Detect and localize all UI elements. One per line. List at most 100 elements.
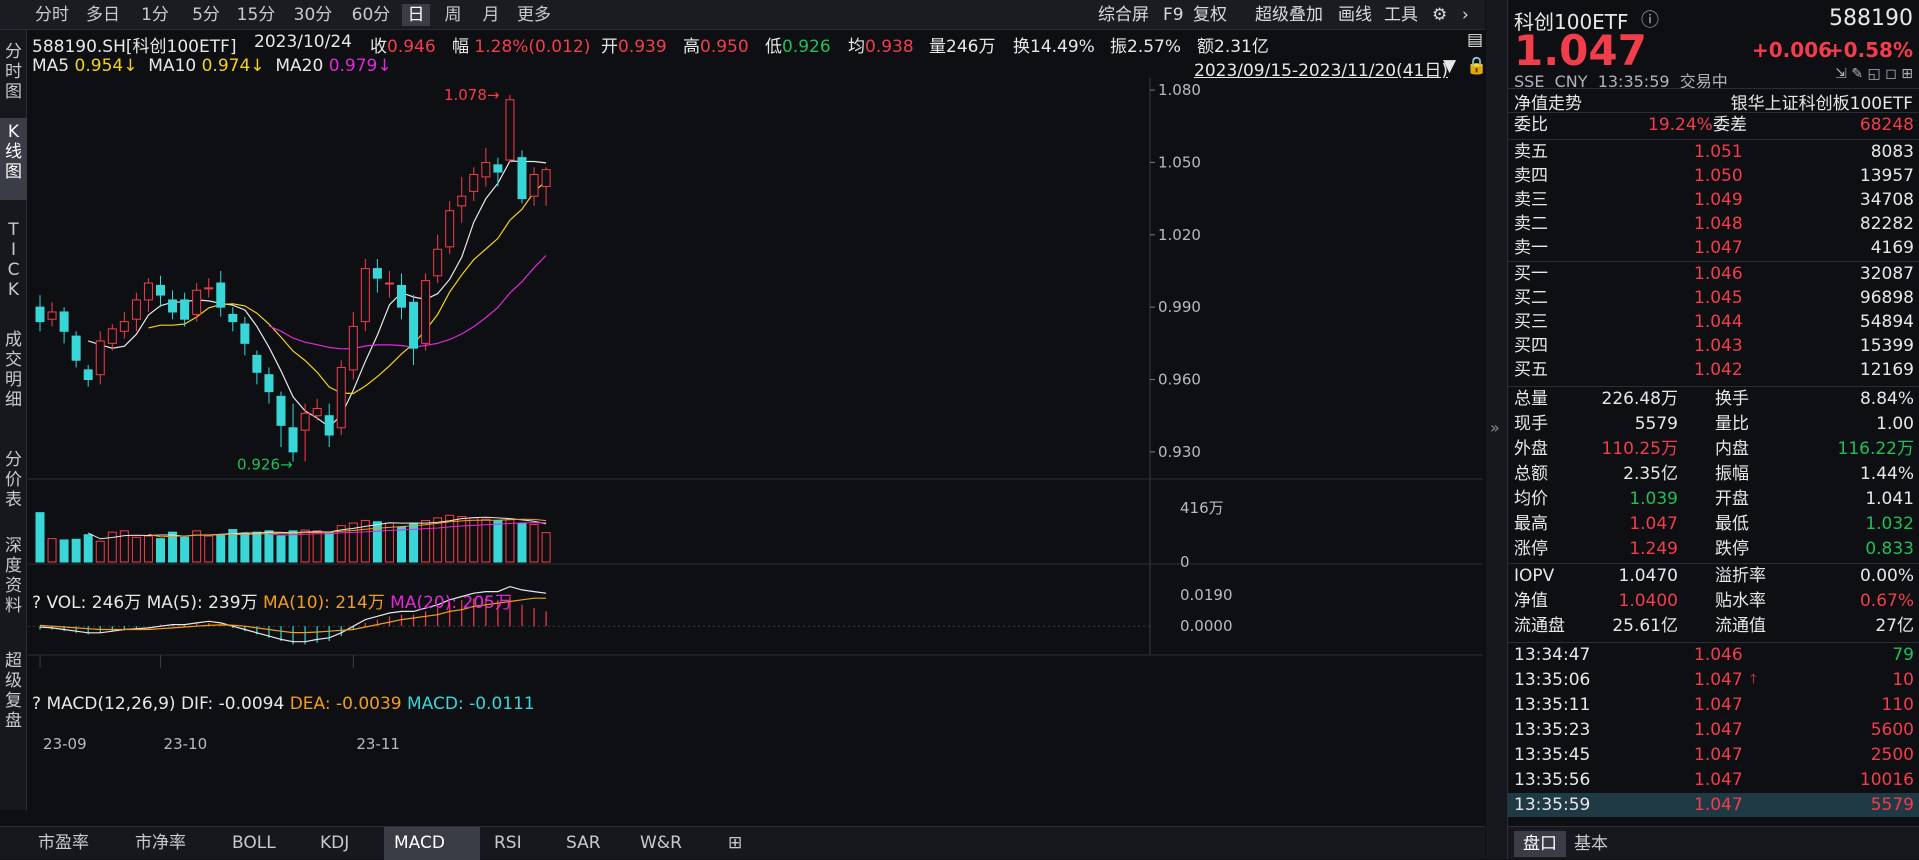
period-tab-0[interactable]: 分时 bbox=[30, 4, 74, 26]
quote-panel: 科创100ETF ⓘ 588190 1.047 +0.006 +0.58% SS… bbox=[1507, 0, 1919, 859]
super-overlay-button[interactable]: 超级叠加 bbox=[1255, 4, 1323, 26]
tick-time: 13:35:23 bbox=[1514, 720, 1591, 740]
ask-row-4-label: 卖四 bbox=[1514, 166, 1548, 186]
candle-body bbox=[276, 395, 286, 426]
tick-time: 13:35:11 bbox=[1514, 695, 1591, 715]
period-tab-4[interactable]: 15分 bbox=[232, 4, 280, 26]
tick-row[interactable]: 13:35:11 1.047 110 bbox=[1508, 693, 1919, 717]
period-tab-10[interactable]: 更多 bbox=[512, 4, 556, 26]
period-tab-9[interactable]: 月 bbox=[476, 4, 506, 26]
period-tab-6[interactable]: 60分 bbox=[346, 4, 396, 26]
bid-row-5[interactable]: 买五 1.042 12169 bbox=[1508, 358, 1919, 382]
volume-bar bbox=[252, 531, 262, 563]
range-dropdown-icon[interactable]: ▼ bbox=[1443, 56, 1456, 76]
layout-icon[interactable]: ▤ bbox=[1467, 30, 1483, 50]
ma20-line bbox=[268, 255, 547, 350]
indicator-tab-3[interactable]: KDJ bbox=[310, 827, 380, 860]
tick-row[interactable]: 13:34:47 1.046 79 bbox=[1508, 643, 1919, 667]
indicator-tab-7[interactable]: W&R bbox=[630, 827, 700, 860]
tick-volume: 5579 bbox=[1870, 795, 1914, 815]
stat-value-b: 1.041 bbox=[1865, 489, 1914, 509]
candle-body bbox=[192, 289, 202, 315]
add-indicator-icon[interactable]: ⊞ bbox=[724, 827, 752, 860]
expand-icon[interactable]: » bbox=[1490, 418, 1500, 437]
indicator-tab-2[interactable]: BOLL bbox=[222, 827, 302, 860]
price-axis-label: 0.960 bbox=[1158, 371, 1201, 389]
tick-row[interactable]: 13:35:06 1.047 10 🡑 bbox=[1508, 668, 1919, 692]
f9-button[interactable]: F9 bbox=[1163, 4, 1184, 26]
stat-row-6: 涨停 1.249 跌停 0.833 bbox=[1508, 537, 1919, 561]
stat-value-a: 1.249 bbox=[1629, 539, 1678, 559]
stat-label-b: 最低 bbox=[1715, 514, 1749, 534]
stat-label-b: 内盘 bbox=[1715, 439, 1749, 459]
bid-row-4-label: 买四 bbox=[1514, 336, 1548, 356]
iopv-row-1: 净值 1.0400 贴水率 0.67% bbox=[1508, 589, 1919, 613]
chevron-right-icon[interactable]: › bbox=[1462, 4, 1469, 26]
bid-row-5-label: 买五 bbox=[1514, 360, 1548, 380]
gear-icon[interactable]: ⚙ bbox=[1432, 4, 1447, 26]
candle-body bbox=[119, 321, 129, 332]
period-tab-8[interactable]: 周 bbox=[438, 4, 468, 26]
tab-orderbook[interactable]: 盘口 bbox=[1514, 831, 1566, 857]
tick-row[interactable]: 13:35:23 1.047 5600 bbox=[1508, 718, 1919, 742]
candle-body bbox=[493, 164, 503, 173]
side-tab-6[interactable]: 超 级 复 盘 bbox=[0, 647, 27, 741]
ask-row-2[interactable]: 卖二 1.048 82282 bbox=[1508, 212, 1919, 236]
tools-button[interactable]: 工具 bbox=[1384, 4, 1418, 26]
period-tab-5[interactable]: 30分 bbox=[289, 4, 337, 26]
period-tab-1[interactable]: 多日 bbox=[80, 4, 126, 26]
tick-row[interactable]: 13:35:59 1.047 5579 bbox=[1508, 793, 1919, 817]
open-field: 开0.939 bbox=[601, 32, 667, 57]
tick-volume: 110 bbox=[1881, 695, 1914, 715]
tick-row[interactable]: 13:35:45 1.047 2500 bbox=[1508, 743, 1919, 767]
side-tab-0[interactable]: 分 时 图 bbox=[0, 38, 27, 116]
indicator-tab-1[interactable]: 市净率 bbox=[125, 827, 215, 860]
tick-price: 1.047 bbox=[1694, 770, 1743, 790]
stat-value-b: 8.84% bbox=[1859, 389, 1914, 409]
vol-ma20-line bbox=[268, 522, 547, 536]
bid-row-2-volume: 96898 bbox=[1859, 288, 1914, 308]
period-tab-3[interactable]: 5分 bbox=[186, 4, 226, 26]
lock-icon[interactable]: 🔒 bbox=[1466, 56, 1487, 76]
stat-row-3: 总额 2.35亿 振幅 1.44% bbox=[1508, 462, 1919, 486]
turnover-value: 换14.49% bbox=[1013, 37, 1095, 57]
draw-line-button[interactable]: 画线 bbox=[1338, 4, 1372, 26]
ask-row-5[interactable]: 卖五 1.051 8083 bbox=[1508, 140, 1919, 164]
vol-help-icon[interactable]: ? bbox=[32, 593, 41, 613]
macd-help-icon[interactable]: ? bbox=[32, 694, 41, 714]
panel-icons[interactable]: ⇲ ✎ ◱ ◻ ⊞ bbox=[1835, 66, 1913, 82]
nav-trend-link[interactable]: 净值走势 bbox=[1514, 89, 1582, 114]
bid-row-4[interactable]: 买四 1.043 15399 bbox=[1508, 334, 1919, 358]
ask-row-1[interactable]: 卖一 1.047 4169 bbox=[1508, 236, 1919, 260]
side-tab-3[interactable]: 成 交 明 细 bbox=[0, 326, 27, 428]
bid-row-1[interactable]: 买一 1.046 32087 bbox=[1508, 262, 1919, 286]
tab-basic[interactable]: 基本 bbox=[1574, 831, 1608, 857]
candle-body bbox=[397, 284, 406, 308]
bid-row-2[interactable]: 买二 1.045 96898 bbox=[1508, 286, 1919, 310]
indicator-tab-6[interactable]: SAR bbox=[556, 827, 626, 860]
adjust-button[interactable]: 复权 bbox=[1193, 4, 1227, 26]
ask-row-4[interactable]: 卖四 1.050 13957 bbox=[1508, 164, 1919, 188]
date-axis-label: 23-09 bbox=[43, 735, 87, 753]
splitter[interactable]: » bbox=[1486, 0, 1507, 859]
composite-screen-button[interactable]: 综合屏 bbox=[1098, 4, 1149, 26]
bid-row-3[interactable]: 买三 1.044 54894 bbox=[1508, 310, 1919, 334]
candle-body bbox=[83, 369, 93, 381]
stat-label-b: 量比 bbox=[1715, 414, 1749, 434]
period-tab-7[interactable]: 日 bbox=[402, 4, 430, 26]
side-tab-2[interactable]: T I C K bbox=[0, 216, 27, 316]
indicator-tab-0[interactable]: 市盈率 bbox=[28, 827, 118, 860]
ma10-line bbox=[148, 180, 547, 395]
ask-row-3[interactable]: 卖三 1.049 34708 bbox=[1508, 188, 1919, 212]
candle-body bbox=[156, 284, 165, 296]
indicator-tab-4[interactable]: MACD bbox=[384, 827, 480, 860]
tick-row[interactable]: 13:35:56 1.047 10016 bbox=[1508, 768, 1919, 792]
period-tab-2[interactable]: 1分 bbox=[136, 4, 174, 26]
candle-body bbox=[240, 323, 250, 344]
amplitude-value: 振2.57% bbox=[1110, 37, 1182, 57]
indicator-tab-5[interactable]: RSI bbox=[484, 827, 548, 860]
side-tab-4[interactable]: 分 价 表 bbox=[0, 446, 27, 524]
side-tab-5[interactable]: 深 度 资 料 bbox=[0, 532, 27, 640]
side-tab-1[interactable]: K 线 图 bbox=[0, 118, 27, 200]
volume-bar bbox=[493, 519, 503, 563]
